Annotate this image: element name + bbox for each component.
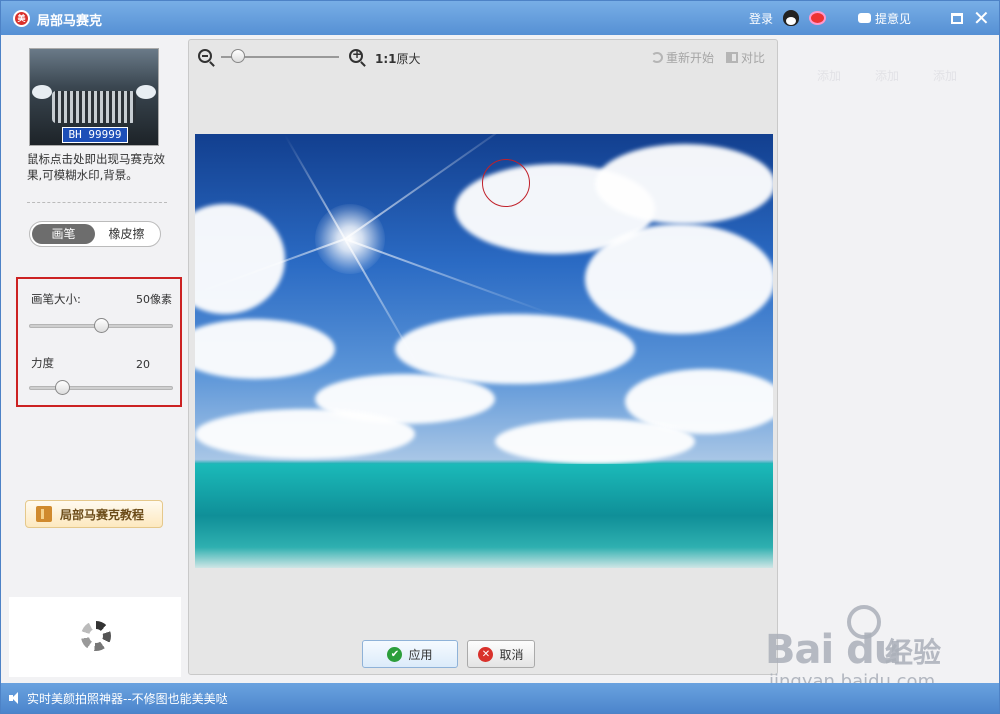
brush-settings-box: 画笔大小: 50像素 力度 20 — [16, 277, 182, 407]
divider — [27, 202, 167, 203]
login-link[interactable]: 登录 — [749, 10, 773, 27]
check-icon: ✔ — [387, 646, 403, 662]
tool-toggle: 画笔 橡皮擦 — [29, 221, 161, 247]
maximize-icon[interactable] — [951, 12, 963, 24]
brush-size-label: 画笔大小: — [31, 292, 81, 306]
brush-size-value: 50像素 — [136, 293, 172, 306]
left-panel: BH 99999 鼠标点击处即出现马赛克效果,可模糊水印,背景。 画笔 橡皮擦 … — [9, 37, 185, 679]
eraser-tool-button[interactable]: 橡皮擦 — [95, 224, 158, 244]
weibo-login-icon[interactable] — [808, 11, 826, 25]
strength-slider[interactable] — [29, 386, 173, 390]
tutorial-label: 局部马赛克教程 — [60, 507, 145, 522]
cancel-label: 取消 — [499, 647, 524, 662]
loading-spinner-icon — [81, 621, 111, 651]
app-window: 美 局部马赛克 登录 提意见 ✕ BH 99999 鼠标点击处即出现马赛克效果,… — [0, 0, 1000, 714]
status-message[interactable]: 实时美颜拍照神器--不修图也能美美哒 — [27, 690, 228, 707]
tool-description: 鼠标点击处即出现马赛克效果,可模糊水印,背景。 — [27, 152, 165, 182]
zoom-ratio: 1:1 — [375, 52, 397, 66]
cloud — [595, 144, 773, 224]
headlight-right — [136, 85, 156, 99]
zoom-in-icon[interactable] — [349, 47, 363, 63]
right-tab: 添加 — [875, 69, 900, 83]
chat-bubble-icon — [857, 13, 871, 23]
speaker-icon — [9, 692, 21, 704]
book-icon — [36, 506, 52, 522]
cancel-x-icon: ✕ — [478, 646, 494, 662]
compare-label: 对比 — [740, 51, 765, 65]
image-canvas[interactable] — [195, 134, 773, 568]
brush-size-slider-thumb[interactable] — [93, 318, 109, 333]
strength-value: 20 — [136, 358, 150, 371]
cloud — [195, 319, 335, 379]
tutorial-button[interactable]: 局部马赛克教程 — [25, 500, 163, 528]
feedback-label: 提意见 — [874, 11, 911, 26]
feedback-button[interactable]: 提意见 — [857, 10, 911, 27]
compare-icon — [725, 52, 738, 63]
editor-actions: 重新开始 对比 — [650, 49, 765, 66]
strength-slider-thumb[interactable] — [54, 380, 70, 395]
editor-toolbar: 1:1原大 重新开始 对比 — [189, 40, 777, 72]
actual-size-button[interactable]: 1:1原大 — [375, 50, 421, 67]
sun — [315, 204, 385, 274]
right-faded-tabs: 添加 添加 添加 — [817, 67, 957, 84]
cloud — [195, 409, 415, 459]
title-bar: 美 局部马赛克 登录 提意见 ✕ — [1, 1, 999, 35]
cloud — [195, 204, 285, 314]
apply-label: 应用 — [408, 647, 433, 662]
watermark-brand: Bai du — [765, 627, 902, 673]
ad-area — [9, 597, 181, 677]
qq-login-icon[interactable] — [782, 10, 799, 26]
app-logo-icon: 美 — [13, 10, 30, 27]
headlight-left — [32, 85, 52, 99]
zoom-slider-thumb[interactable] — [231, 49, 245, 63]
right-tab: 添加 — [817, 69, 842, 83]
cancel-button[interactable]: ✕ 取消 — [467, 640, 535, 668]
apply-button[interactable]: ✔ 应用 — [362, 640, 458, 668]
zoom-out-icon[interactable] — [198, 49, 212, 63]
license-plate: BH 99999 — [62, 127, 128, 143]
watermark-brand-cn: 经验 — [885, 636, 942, 669]
brush-tool-button[interactable]: 画笔 — [32, 224, 95, 244]
compare-button[interactable]: 对比 — [725, 49, 765, 66]
cloud — [395, 314, 635, 384]
restart-label: 重新开始 — [665, 51, 714, 65]
baidu-jingyan-watermark: Bai du 经验 jingyan.baidu.com — [765, 605, 965, 695]
car-grille — [52, 91, 136, 123]
example-thumbnail: BH 99999 — [29, 48, 159, 146]
right-tab: 添加 — [933, 69, 958, 83]
restart-button[interactable]: 重新开始 — [650, 49, 714, 66]
close-icon[interactable]: ✕ — [973, 8, 990, 28]
strength-label: 力度 — [31, 356, 54, 370]
brush-cursor — [482, 159, 530, 207]
zoom-label: 原大 — [396, 52, 421, 66]
title-bar-actions: 登录 提意见 ✕ — [749, 1, 990, 35]
cloud — [495, 419, 695, 464]
undo-icon — [650, 52, 663, 63]
sea — [195, 464, 773, 568]
cloud — [585, 224, 773, 334]
status-bar: 实时美颜拍照神器--不修图也能美美哒 — [1, 683, 999, 713]
window-title: 局部马赛克 — [37, 14, 103, 29]
image-editor: 1:1原大 重新开始 对比 — [188, 39, 778, 675]
